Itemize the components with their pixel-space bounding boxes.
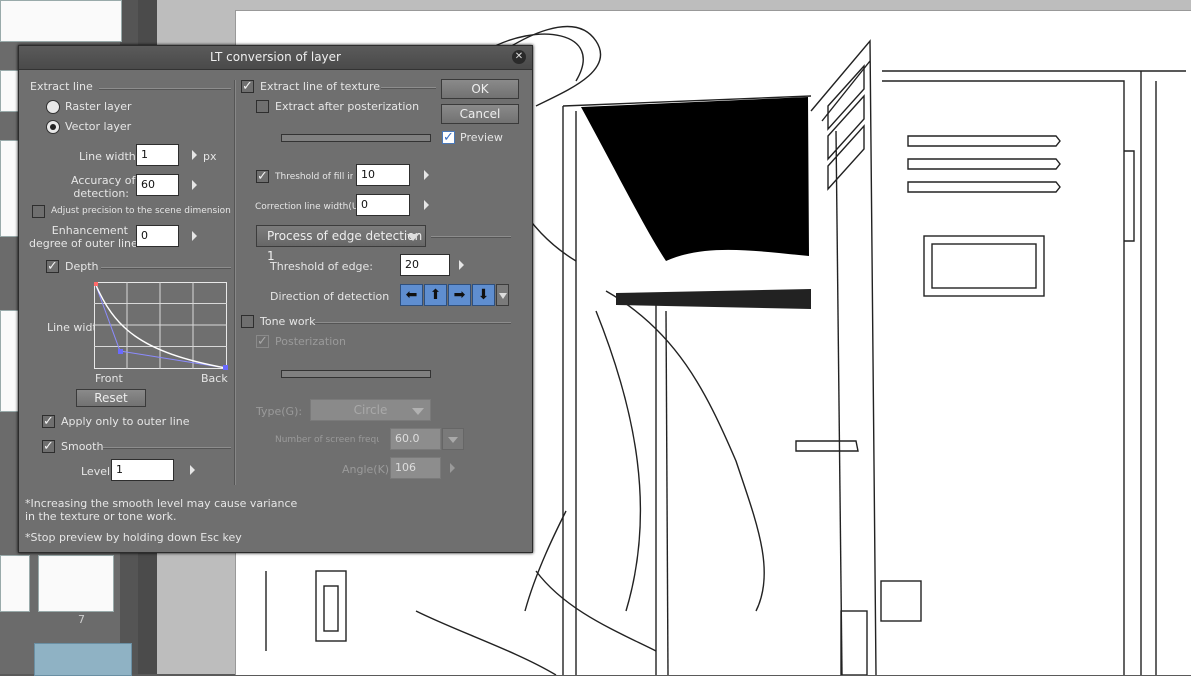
line-width-label: Line width: <box>79 150 140 163</box>
adjust-precision-label: Adjust precision to the scene dimension <box>51 206 231 216</box>
close-icon[interactable]: ✕ <box>512 50 526 64</box>
smooth-level-slider-arrow[interactable] <box>190 465 195 475</box>
threshold-edge-input[interactable]: 20 <box>400 254 450 276</box>
extract-texture-label: Extract line of texture <box>260 80 381 93</box>
page-thumbnail[interactable] <box>34 643 132 676</box>
smooth-level-label: Level: <box>81 465 114 478</box>
chevron-down-icon[interactable] <box>496 284 509 306</box>
smooth-label: Smooth <box>61 440 104 453</box>
correction-line-width-slider-arrow[interactable] <box>424 200 429 210</box>
tone-work-label: Tone work <box>260 315 316 328</box>
extract-line-section-label: Extract line <box>30 80 93 93</box>
tone-progress-bar <box>281 370 431 378</box>
depth-curve-graph[interactable] <box>94 282 228 370</box>
extract-texture-checkbox[interactable]: ✓ <box>241 80 254 93</box>
page-number: 7 <box>78 613 85 626</box>
page-thumbnail[interactable] <box>0 555 30 612</box>
threshold-edge-label: Threshold of edge: <box>270 260 374 273</box>
graph-x-front-label: Front <box>95 372 123 385</box>
accuracy-input[interactable]: 60 <box>136 174 179 196</box>
lt-conversion-dialog: LT conversion of layer ✕ Extract line Ra… <box>18 45 533 553</box>
page-thumbnail[interactable] <box>0 310 19 412</box>
adjust-precision-checkbox[interactable] <box>32 205 45 218</box>
raster-layer-label: Raster layer <box>65 100 132 113</box>
page-thumbnail[interactable] <box>0 0 122 42</box>
threshold-edge-slider-arrow[interactable] <box>459 260 464 270</box>
vector-layer-label: Vector layer <box>65 120 132 133</box>
graph-x-back-label: Back <box>201 372 228 385</box>
screen-frequency-label: Number of screen frequency( <box>275 435 379 445</box>
correction-line-width-label: Correction line width(U): <box>255 202 365 212</box>
raster-layer-radio[interactable] <box>46 100 60 114</box>
edge-detection-process-combo[interactable]: Process of edge detection 1 <box>256 225 426 263</box>
dialog-title: LT conversion of layer <box>210 50 341 64</box>
correction-line-width-input[interactable]: 0 <box>356 194 410 216</box>
note-line-2: in the texture or tone work. <box>25 510 177 523</box>
ok-button[interactable]: OK <box>441 79 519 99</box>
arrow-left-icon[interactable]: ⬅ <box>400 284 423 306</box>
tone-type-value: Circle <box>353 403 388 417</box>
arrow-down-icon[interactable]: ⬇ <box>472 284 495 306</box>
screen-frequency-input[interactable]: 60.0 <box>390 428 441 450</box>
threshold-fill-slider-arrow[interactable] <box>424 170 429 180</box>
line-width-input[interactable]: 1 <box>136 144 179 166</box>
enhancement-label-line2: degree of outer line: <box>29 237 142 250</box>
angle-input[interactable]: 106 <box>390 457 441 479</box>
chevron-down-icon <box>407 234 419 241</box>
section-divider <box>431 236 511 238</box>
extract-after-posterization-checkbox[interactable] <box>256 100 269 113</box>
depth-label: Depth <box>65 260 99 273</box>
depth-checkbox[interactable]: ✓ <box>46 260 59 273</box>
reset-button[interactable]: Reset <box>76 389 146 407</box>
accuracy-label-line2: detection: <box>73 187 129 200</box>
apply-outer-line-label: Apply only to outer line <box>61 415 190 428</box>
direction-detection-label: Direction of detection <box>270 290 390 303</box>
apply-outer-line-checkbox[interactable]: ✓ <box>42 415 55 428</box>
tone-work-checkbox[interactable] <box>241 315 254 328</box>
threshold-fill-label: Threshold of fill in bla <box>275 172 353 182</box>
section-divider <box>103 447 231 449</box>
extract-after-posterization-label: Extract after posterization <box>275 100 420 113</box>
enhancement-input[interactable]: 0 <box>136 225 179 247</box>
section-divider <box>101 267 231 269</box>
accuracy-slider-arrow[interactable] <box>192 180 197 190</box>
angle-slider-arrow[interactable] <box>450 463 455 473</box>
texture-progress-bar <box>281 134 431 142</box>
enhancement-slider-arrow[interactable] <box>192 231 197 241</box>
preview-label: Preview <box>460 131 503 144</box>
section-divider <box>315 322 511 324</box>
line-width-slider-arrow[interactable] <box>192 150 197 160</box>
note-line-1: *Increasing the smooth level may cause v… <box>25 497 298 510</box>
angle-label: Angle(K): <box>342 463 393 476</box>
preview-checkbox[interactable]: ✓ <box>442 131 455 144</box>
threshold-fill-input[interactable]: 10 <box>356 164 410 186</box>
page-thumbnail[interactable] <box>0 140 19 237</box>
page-thumbnail[interactable] <box>0 70 19 112</box>
line-width-unit: px <box>203 150 217 163</box>
edge-detection-process-value: Process of edge detection 1 <box>267 229 423 263</box>
smooth-checkbox[interactable]: ✓ <box>42 440 55 453</box>
smooth-level-input[interactable]: 1 <box>111 459 174 481</box>
posterization-checkbox[interactable]: ✓ <box>256 335 269 348</box>
black-fill-region <box>581 97 809 261</box>
chevron-down-icon[interactable] <box>442 428 464 450</box>
posterization-label: Posterization <box>275 335 346 348</box>
dialog-titlebar[interactable]: LT conversion of layer ✕ <box>19 46 532 70</box>
note-line-3: *Stop preview by holding down Esc key <box>25 531 242 544</box>
accuracy-label-line1: Accuracy of <box>71 174 136 187</box>
direction-detection-buttons: ⬅ ⬆ ➡ ⬇ <box>400 284 510 306</box>
section-divider <box>381 87 436 89</box>
column-separator <box>234 80 236 485</box>
tone-type-label: Type(G): <box>256 405 303 418</box>
chevron-down-icon <box>412 408 424 415</box>
arrow-right-icon[interactable]: ➡ <box>448 284 471 306</box>
arrow-up-icon[interactable]: ⬆ <box>424 284 447 306</box>
threshold-fill-checkbox[interactable]: ✓ <box>256 170 269 183</box>
tone-type-combo[interactable]: Circle <box>310 399 431 421</box>
enhancement-label-line1: Enhancement <box>51 224 128 237</box>
vector-layer-radio[interactable] <box>46 120 60 134</box>
page-thumbnail[interactable] <box>38 555 114 612</box>
cancel-button[interactable]: Cancel <box>441 104 519 124</box>
section-divider <box>99 88 231 90</box>
